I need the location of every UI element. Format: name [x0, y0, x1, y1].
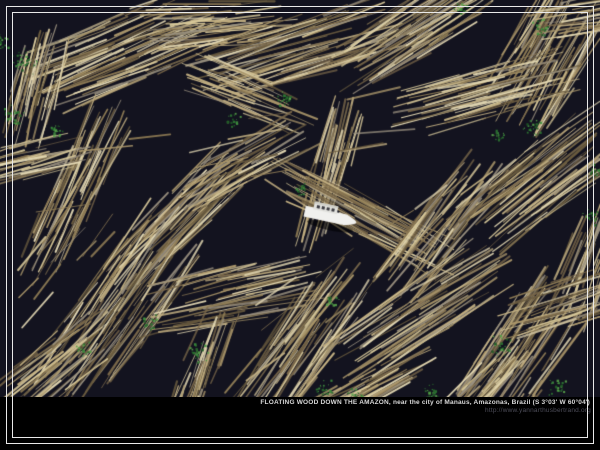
caption-bar: FLOATING WOOD DOWN THE AMAZON, near the …	[0, 397, 600, 450]
photo-viewport: FLOATING WOOD DOWN THE AMAZON, near the …	[0, 0, 600, 450]
photo-credit-url: http://www.yannarthusbertrand.org	[485, 407, 591, 414]
photo-caption: FLOATING WOOD DOWN THE AMAZON, near the …	[260, 399, 590, 406]
aerial-photo-canvas	[0, 0, 600, 450]
